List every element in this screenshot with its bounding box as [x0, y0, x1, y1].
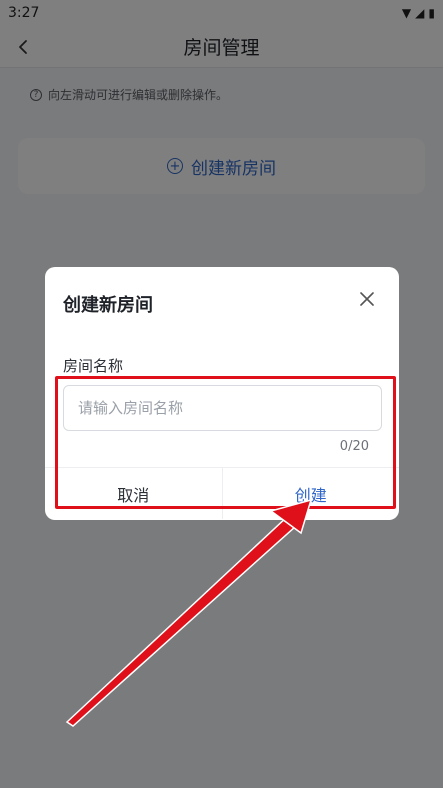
pointer-arrow — [65, 498, 313, 727]
